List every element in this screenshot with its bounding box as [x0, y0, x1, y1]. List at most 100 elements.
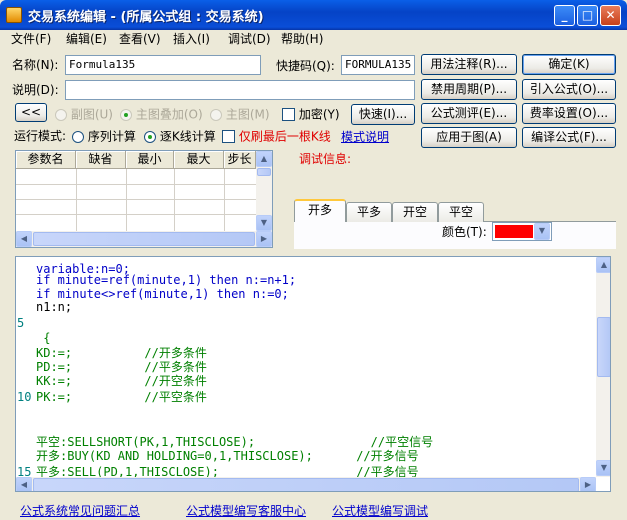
- scroll-right-icon[interactable]: ▶: [580, 477, 596, 491]
- encrypt-checkbox[interactable]: 加密(Y): [282, 106, 340, 123]
- refresh-last-checkbox[interactable]: 仅刷最后一根K线: [222, 128, 331, 145]
- code-line[interactable]: {: [36, 332, 50, 345]
- code-line[interactable]: if minute<>ref(minute,1) then n:=0;: [36, 288, 289, 301]
- grid-line: [16, 214, 272, 215]
- line-number: 5: [17, 316, 25, 330]
- compile-button[interactable]: 编译公式(F)...: [522, 127, 616, 148]
- scroll-down-icon[interactable]: ▼: [596, 460, 610, 476]
- code-line[interactable]: 平空:SELLSHORT(PK,1,THISCLOSE); //平空信号: [36, 436, 433, 449]
- radio-main-chart: 主图(M): [210, 106, 270, 123]
- footer-link-faq[interactable]: 公式系统常见问题汇总: [20, 502, 140, 519]
- column-header-step[interactable]: 步长: [224, 151, 256, 169]
- radio-indicator[interactable]: [72, 130, 84, 143]
- maximize-icon: □: [581, 8, 594, 22]
- grid-line: [16, 199, 272, 200]
- code-token: 开多:BUY(KD AND HOLDING=0,1,THISCLOSE); //…: [36, 449, 419, 463]
- color-swatch: [495, 225, 533, 238]
- code-editor[interactable]: variable:n=0; if minute=ref(minute,1) the…: [15, 256, 611, 492]
- run-mode-label: 运行模式:: [14, 129, 67, 143]
- code-line[interactable]: KD:=; //开多条件: [36, 347, 207, 360]
- quick-button[interactable]: 快速(I)...: [351, 104, 415, 125]
- menu-debug[interactable]: 调试(D): [228, 31, 271, 48]
- menu-view[interactable]: 查看(V): [119, 31, 161, 48]
- code-line[interactable]: if minute=ref(minute,1) then n:=n+1;: [36, 274, 296, 287]
- description-label: 说明(D):: [12, 83, 59, 97]
- code-line[interactable]: n1:n;: [36, 301, 72, 314]
- scroll-thumb[interactable]: [33, 478, 579, 491]
- shortcut-input[interactable]: FORMULA135: [341, 55, 415, 75]
- debug-info-label: 调试信息:: [299, 152, 352, 166]
- grid-line: [224, 169, 225, 231]
- scroll-thumb[interactable]: [257, 168, 271, 176]
- radio-sequential[interactable]: 序列计算: [72, 128, 136, 145]
- column-header-param-name[interactable]: 参数名: [16, 151, 76, 169]
- apply-chart-button[interactable]: 应用于图(A): [421, 127, 517, 148]
- radio-indicator: [120, 108, 132, 121]
- column-header-min[interactable]: 最小: [126, 151, 174, 169]
- scroll-left-icon[interactable]: ◀: [16, 477, 32, 491]
- code-token: PK:=; //平空条件: [36, 390, 207, 404]
- footer-link-support[interactable]: 公式模型编写客服中心: [186, 502, 306, 519]
- code-line[interactable]: KK:=; //开空条件: [36, 375, 207, 388]
- code-token: KD:=; //开多条件: [36, 346, 207, 360]
- tab-open-short[interactable]: 开空: [392, 202, 438, 222]
- radio-tick[interactable]: 逐K线计算: [144, 128, 216, 145]
- fee-settings-button[interactable]: 费率设置(O)...: [522, 103, 616, 124]
- grid-line: [174, 169, 175, 231]
- formula-test-button[interactable]: 公式测评(E)...: [421, 103, 517, 124]
- code-line[interactable]: 开多:BUY(KD AND HOLDING=0,1,THISCLOSE); //…: [36, 450, 419, 463]
- radio-main-overlay: 主图叠加(O): [120, 106, 203, 123]
- close-button[interactable]: ✕: [600, 5, 621, 26]
- radio-indicator: [55, 108, 67, 121]
- scroll-thumb[interactable]: [597, 317, 610, 377]
- footer-link-debug[interactable]: 公式模型编写调试: [332, 502, 428, 519]
- import-formula-button[interactable]: 引入公式(O)...: [522, 79, 616, 100]
- radio-indicator[interactable]: [144, 130, 156, 143]
- maximize-button[interactable]: □: [577, 5, 598, 26]
- checkbox-box[interactable]: [222, 130, 235, 143]
- menu-edit[interactable]: 编辑(E): [66, 31, 107, 48]
- menu-file[interactable]: 文件(F): [11, 31, 51, 48]
- code-line[interactable]: PK:=; //平空条件: [36, 391, 207, 404]
- scroll-down-icon[interactable]: ▼: [256, 215, 272, 231]
- usage-note-button[interactable]: 用法注释(R)...: [421, 54, 517, 75]
- tab-close-long[interactable]: 平多: [346, 202, 392, 222]
- code-token: if minute<>ref(minute,1) then n:=0;: [36, 287, 289, 301]
- color-label: 颜色(T):: [442, 225, 487, 239]
- column-header-default[interactable]: 缺省: [76, 151, 126, 169]
- menu-insert[interactable]: 插入(I): [173, 31, 210, 48]
- grid-line: [16, 184, 272, 185]
- name-input[interactable]: Formula135: [65, 55, 261, 75]
- menu-help[interactable]: 帮助(H): [281, 31, 323, 48]
- chevron-down-icon[interactable]: ▼: [534, 223, 550, 240]
- scroll-thumb[interactable]: [33, 232, 255, 246]
- tab-close-short[interactable]: 平空: [438, 202, 484, 222]
- minimize-icon: _: [561, 8, 568, 22]
- code-token: 平空:SELLSHORT(PK,1,THISCLOSE); //平空信号: [36, 435, 434, 449]
- radio-sub-chart: 副图(U): [55, 106, 113, 123]
- scroll-up-icon[interactable]: ▲: [256, 151, 272, 167]
- code-area[interactable]: variable:n=0; if minute=ref(minute,1) the…: [16, 257, 596, 479]
- code-line[interactable]: PD:=; //平多条件: [36, 361, 207, 374]
- collapse-button[interactable]: <<: [15, 103, 47, 122]
- grid-line: [76, 169, 77, 231]
- parameter-table[interactable]: 参数名 缺省 最小 最大 步长 ▲ ▼ ◀ ▶: [15, 150, 273, 248]
- minimize-button[interactable]: _: [554, 5, 575, 26]
- mode-help-link[interactable]: 模式说明: [341, 128, 389, 145]
- code-token: if minute=ref(minute,1) then n:=n+1;: [36, 273, 297, 287]
- disable-period-button[interactable]: 禁用周期(P)...: [421, 79, 517, 100]
- color-select[interactable]: ▼: [492, 222, 552, 241]
- name-label: 名称(N):: [12, 58, 59, 72]
- ok-button[interactable]: 确定(K): [522, 54, 616, 75]
- code-token: n1:n;: [36, 300, 73, 314]
- column-header-max[interactable]: 最大: [174, 151, 224, 169]
- grid-line: [126, 169, 127, 231]
- scroll-right-icon[interactable]: ▶: [256, 231, 272, 247]
- scroll-left-icon[interactable]: ◀: [16, 231, 32, 247]
- scroll-up-icon[interactable]: ▲: [596, 257, 610, 273]
- code-token: PD:=; //平多条件: [36, 360, 207, 374]
- tab-open-long[interactable]: 开多: [294, 199, 346, 222]
- shortcut-label: 快捷码(Q):: [276, 59, 335, 73]
- description-input[interactable]: [65, 80, 415, 100]
- checkbox-box[interactable]: [282, 108, 295, 121]
